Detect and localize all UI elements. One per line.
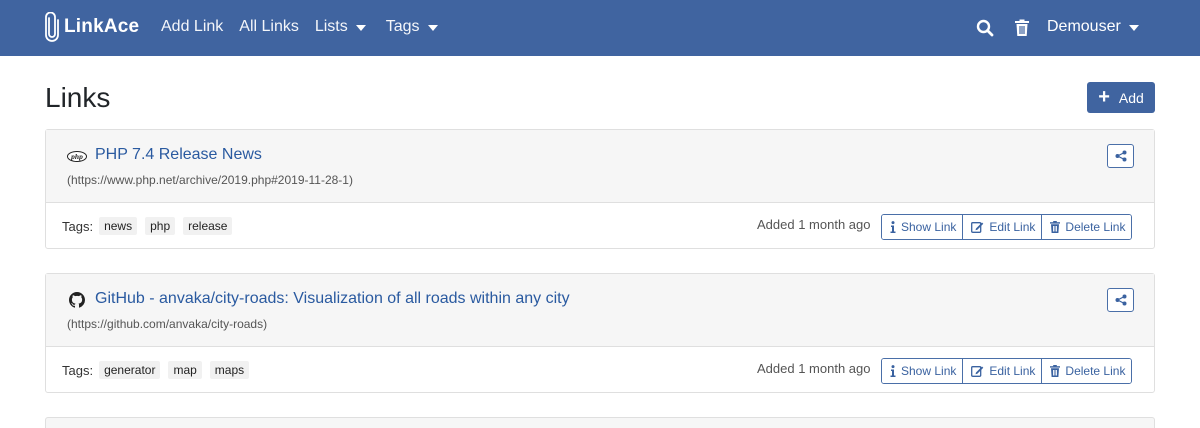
edit-link-label: Edit Link [989,220,1036,234]
info-icon [890,365,896,377]
tags-label: Tags: [62,362,94,378]
trash-icon [1050,221,1061,233]
tag-badge[interactable]: map [168,361,202,379]
nav-add-link-label: Add Link [161,18,224,35]
tag-badge[interactable]: php [145,217,176,235]
nav-add-link[interactable]: Add Link [161,18,223,36]
svg-text:php: php [70,152,83,161]
paperclip-logo-icon [45,12,59,42]
delete-link-label: Delete Link [1065,364,1126,378]
delete-link-button[interactable]: Delete Link [1041,359,1132,383]
php-icon: php [67,148,87,164]
caret-down-icon [1128,24,1139,31]
nav-lists-label: Lists [314,18,348,35]
link-card-footer: Tags: generator map maps Added 1 month a… [46,347,1154,392]
search-icon[interactable] [975,18,995,38]
delete-link-button[interactable]: Delete Link [1041,215,1132,239]
page-title: Links [45,82,111,113]
share-button[interactable] [1107,288,1134,312]
link-url: (https://github.com/anvaka/city-roads) [67,317,268,331]
link-card-footer: Tags: news php release Added 1 month ago… [46,203,1154,248]
edit-link-label: Edit Link [989,364,1036,378]
tag-badge[interactable]: release [183,217,233,235]
caret-down-icon [427,24,438,31]
nav-tags-dropdown[interactable]: Tags [386,18,438,36]
user-menu-dropdown[interactable]: Demouser [1047,18,1139,36]
edit-icon [971,222,984,233]
link-card: GitHub - anvaka/city-roads: Visualizatio… [45,273,1155,393]
tags-label: Tags: [62,218,94,234]
nav-all-links[interactable]: All Links [239,18,299,36]
caret-down-icon [355,24,366,31]
show-link-label: Show Link [901,220,957,234]
share-button[interactable] [1107,144,1134,168]
tag-list: Tags: generator map maps [62,361,257,379]
show-link-button[interactable]: Show Link [882,215,963,239]
share-icon [1115,294,1126,306]
tag-badge[interactable]: maps [209,361,250,379]
link-url: (https://www.php.net/archive/2019.php#20… [67,173,353,187]
delete-link-label: Delete Link [1065,220,1126,234]
link-card: php PHP 7.4 Release News (https://www.ph… [45,129,1155,249]
link-card-header: GitHub - anvaka/city-roads: Visualizatio… [46,274,1154,347]
tag-badge[interactable]: generator [99,361,161,379]
nav-tags-label: Tags [385,18,420,35]
share-icon [1115,150,1126,162]
tag-badge[interactable]: news [99,217,138,235]
show-link-label: Show Link [901,364,957,378]
added-time: Added 1 month ago [757,217,871,232]
info-icon [890,221,896,233]
top-navbar: LinkAce Add Link All Links Lists Tags De… [0,0,1200,56]
user-name: Demouser [1047,18,1121,35]
nav-all-links-label: All Links [239,18,299,35]
add-button-label: Add [1118,89,1144,106]
link-card-header: php PHP 7.4 Release News (https://www.ph… [46,130,1154,203]
edit-link-button[interactable]: Edit Link [962,215,1042,239]
brand-link[interactable]: LinkAce [45,12,139,42]
show-link-button[interactable]: Show Link [882,359,963,383]
plus-icon: + [1098,85,1110,108]
link-card [45,417,1155,428]
link-actions: Show Link Edit Link Delete Link [881,214,1133,240]
edit-link-button[interactable]: Edit Link [962,359,1042,383]
edit-icon [971,366,984,377]
brand-name: LinkAce [64,16,140,37]
github-icon [67,292,87,308]
link-title[interactable]: GitHub - anvaka/city-roads: Visualizatio… [95,290,570,308]
tag-list: Tags: news php release [62,217,240,235]
add-link-button[interactable]: + Add [1087,82,1155,113]
main-nav: Add Link All Links Lists Tags [161,18,454,36]
link-actions: Show Link Edit Link Delete Link [881,358,1133,384]
trash-icon [1050,365,1061,377]
trash-icon[interactable] [1012,18,1032,38]
nav-lists-dropdown[interactable]: Lists [315,18,366,36]
added-time: Added 1 month ago [757,361,871,376]
link-title[interactable]: PHP 7.4 Release News [95,146,262,164]
